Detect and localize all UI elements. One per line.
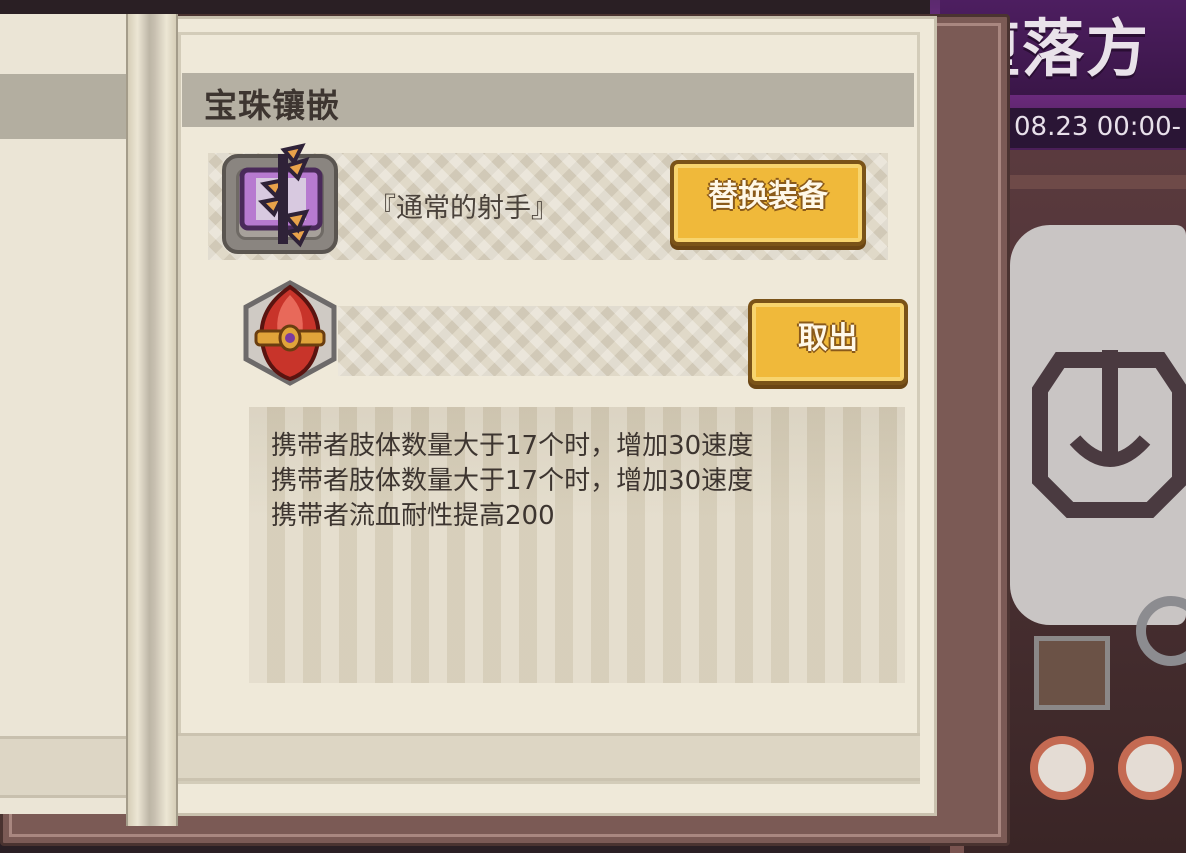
scene-crate (1034, 636, 1110, 710)
gem-description-box: 携带者肢体数量大于17个时，增加30速度 携带者肢体数量大于17个时，增加30速… (249, 407, 905, 683)
section-header: 宝珠镶嵌 (182, 73, 914, 127)
equipment-name: 『通常的射手』 (369, 193, 558, 224)
emblem-icon (1032, 350, 1186, 518)
description-line: 携带者肢体数量大于17个时，增加30速度 (271, 466, 754, 496)
crossbow-icon (239, 143, 323, 248)
left-page-header (0, 74, 126, 139)
swap-equipment-button[interactable]: 替换装备 (670, 160, 866, 246)
event-date: 08.23 00:00- (1014, 112, 1182, 142)
description-line: 携带者流血耐性提高200 (271, 501, 555, 531)
left-page-footer (0, 736, 126, 798)
life-ring-icon (1118, 736, 1182, 800)
life-ring-icon (1030, 736, 1094, 800)
remove-gem-button[interactable]: 取出 (748, 299, 908, 385)
red-gem-icon[interactable] (240, 279, 340, 387)
book-spine (126, 14, 178, 826)
section-title: 宝珠镶嵌 (204, 86, 340, 125)
description-line: 携带者肢体数量大于17个时，增加30速度 (271, 431, 754, 461)
left-page (0, 14, 130, 814)
gem-row (338, 306, 750, 376)
right-page-footer (178, 733, 920, 781)
